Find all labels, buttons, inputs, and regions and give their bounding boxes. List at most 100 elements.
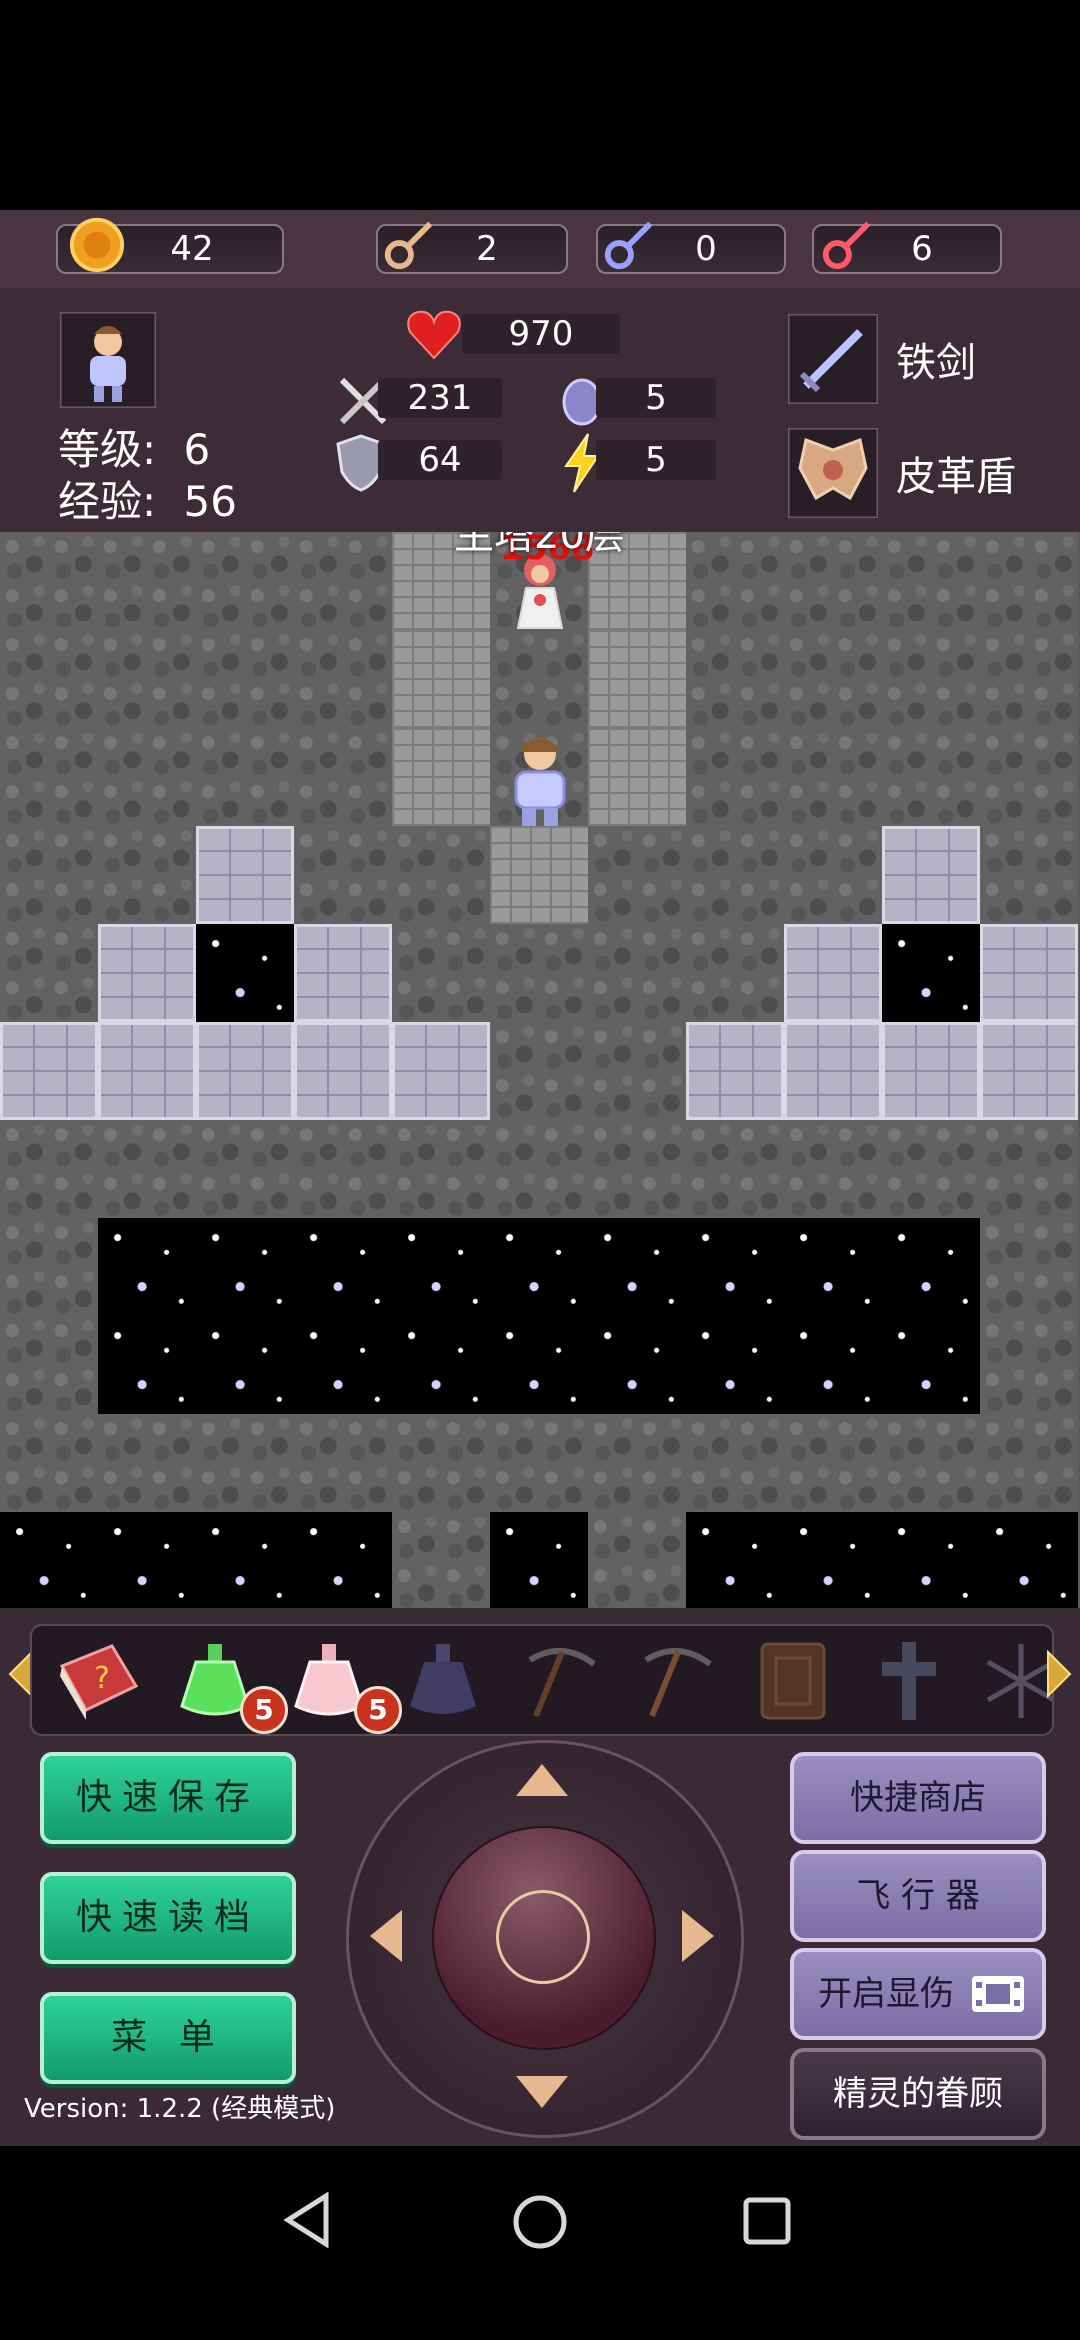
recents-icon[interactable] (742, 2196, 792, 2246)
map-tile-stars (588, 1316, 686, 1414)
quick-shop-button[interactable]: 快捷商店 (790, 1752, 1046, 1844)
blue-key-count: 0 (695, 229, 717, 269)
arrow-down-icon[interactable] (512, 2072, 572, 2112)
map-tile-floor (490, 630, 588, 728)
hero-knight-icon (514, 738, 566, 826)
map-tile-floor (784, 1414, 882, 1512)
map-tile-floor (98, 532, 196, 630)
map-tile-floor (294, 728, 392, 826)
map-tile-floor (882, 1120, 980, 1218)
pink-potion-count: 5 (354, 1686, 402, 1734)
map-tile-floor (392, 1512, 490, 1608)
map-tile-pavement (392, 728, 490, 826)
map-tile-floor (196, 1414, 294, 1512)
iron-sword-icon (788, 314, 878, 404)
blue-potion-icon[interactable] (398, 1636, 488, 1726)
map-tile-floor (980, 1120, 1078, 1218)
spirit-blessing-button[interactable]: 精灵的眷顾 (790, 2048, 1046, 2140)
defense-value: 64 (378, 440, 502, 480)
map-tile-wall (392, 1022, 490, 1120)
scroll-icon[interactable] (748, 1636, 838, 1726)
map-tile-floor (98, 728, 196, 826)
show-damage-button[interactable]: 开启显伤 (790, 1948, 1046, 2040)
map-tile-stars (392, 1218, 490, 1316)
map-tile-stars (784, 1316, 882, 1414)
map-tile-floor (0, 1120, 98, 1218)
map-tile-stars (882, 1316, 980, 1414)
map-tile-wall (882, 826, 980, 924)
map-tile-floor (0, 924, 98, 1022)
map-tile-stars (490, 1512, 588, 1608)
level-label: 等级: (58, 425, 157, 474)
map-tile-floor (294, 532, 392, 630)
map-tile-stars (98, 1316, 196, 1414)
back-icon[interactable] (282, 2192, 332, 2248)
map-tile-stars (196, 1316, 294, 1414)
map-tile-floor (686, 728, 784, 826)
pickaxe-icon[interactable] (516, 1636, 606, 1726)
map-tile-stars (980, 1512, 1078, 1608)
pickaxe-2-icon[interactable] (632, 1636, 722, 1726)
map-tile-floor (294, 630, 392, 728)
flyer-button[interactable]: 飞 行 器 (790, 1850, 1046, 1942)
map-tile-floor (196, 532, 294, 630)
map-tile-stars (294, 1316, 392, 1414)
map-tile-floor (0, 728, 98, 826)
map-tile-floor (98, 630, 196, 728)
map-tile-stars (686, 1512, 784, 1608)
map-tile-floor (686, 532, 784, 630)
exp-label: 经验: (58, 477, 157, 526)
snowflake-icon[interactable] (976, 1636, 1054, 1726)
svg-text:?: ? (94, 1661, 110, 1696)
control-panel: 快速保存 快速读档 菜 单 Version: 1.2.2 (经典模式) 快捷商店… (0, 1740, 1080, 2146)
map-tile-pavement (490, 826, 588, 924)
map-tile-floor (980, 1218, 1078, 1316)
map-tile-wall (98, 1022, 196, 1120)
map-tile-floor (784, 532, 882, 630)
map-tile-floor (294, 1120, 392, 1218)
map-tile-floor (0, 630, 98, 728)
map-tile-floor (784, 1120, 882, 1218)
cross-icon[interactable] (864, 1636, 954, 1726)
arrow-left-icon[interactable] (366, 1906, 406, 1966)
map-tile-stars (392, 1316, 490, 1414)
map-tile-floor (490, 1414, 588, 1512)
map-tile-floor (0, 826, 98, 924)
dpad-center-ring[interactable] (496, 1890, 590, 1984)
home-icon[interactable] (512, 2194, 568, 2250)
map-tile-floor (294, 1414, 392, 1512)
quick-save-button[interactable]: 快速保存 (40, 1752, 296, 1844)
map-tile-floor (196, 1120, 294, 1218)
leather-shield-icon (788, 428, 878, 518)
map-tile-floor (0, 1414, 98, 1512)
map-tile-floor (784, 826, 882, 924)
map-tile-pavement (588, 630, 686, 728)
quick-load-button[interactable]: 快速读档 (40, 1872, 296, 1964)
map-tile-floor (980, 1316, 1078, 1414)
coin-icon (69, 217, 125, 273)
map-tile-stars (490, 1316, 588, 1414)
red-key-count: 6 (911, 229, 933, 269)
arrow-up-icon[interactable] (512, 1760, 572, 1800)
map-tile-floor (686, 1120, 784, 1218)
map-tile-wall (784, 1022, 882, 1120)
arrow-right-icon[interactable] (678, 1906, 718, 1966)
monster-manual-icon[interactable]: ? (52, 1636, 142, 1726)
map-tile-wall (882, 1022, 980, 1120)
map-tile-floor (980, 826, 1078, 924)
map-tile-pavement (392, 630, 490, 728)
menu-button[interactable]: 菜 单 (40, 1992, 296, 2084)
map-tile-floor (98, 826, 196, 924)
system-nav-bar (0, 2146, 1080, 2340)
map-tile-floor (980, 728, 1078, 826)
show-damage-label: 开启显伤 (818, 1974, 954, 2014)
item-scroll-right-icon[interactable] (1044, 1650, 1074, 1698)
map-tile-floor (588, 924, 686, 1022)
map-tile-floor (882, 532, 980, 630)
map-tile-wall (686, 1022, 784, 1120)
game-map[interactable]: 1568 主塔20层 (0, 532, 1080, 1608)
map-tile-floor (588, 1414, 686, 1512)
map-tile-stars (490, 1218, 588, 1316)
map-tile-stars (686, 1218, 784, 1316)
yellow-key-icon (384, 221, 433, 270)
